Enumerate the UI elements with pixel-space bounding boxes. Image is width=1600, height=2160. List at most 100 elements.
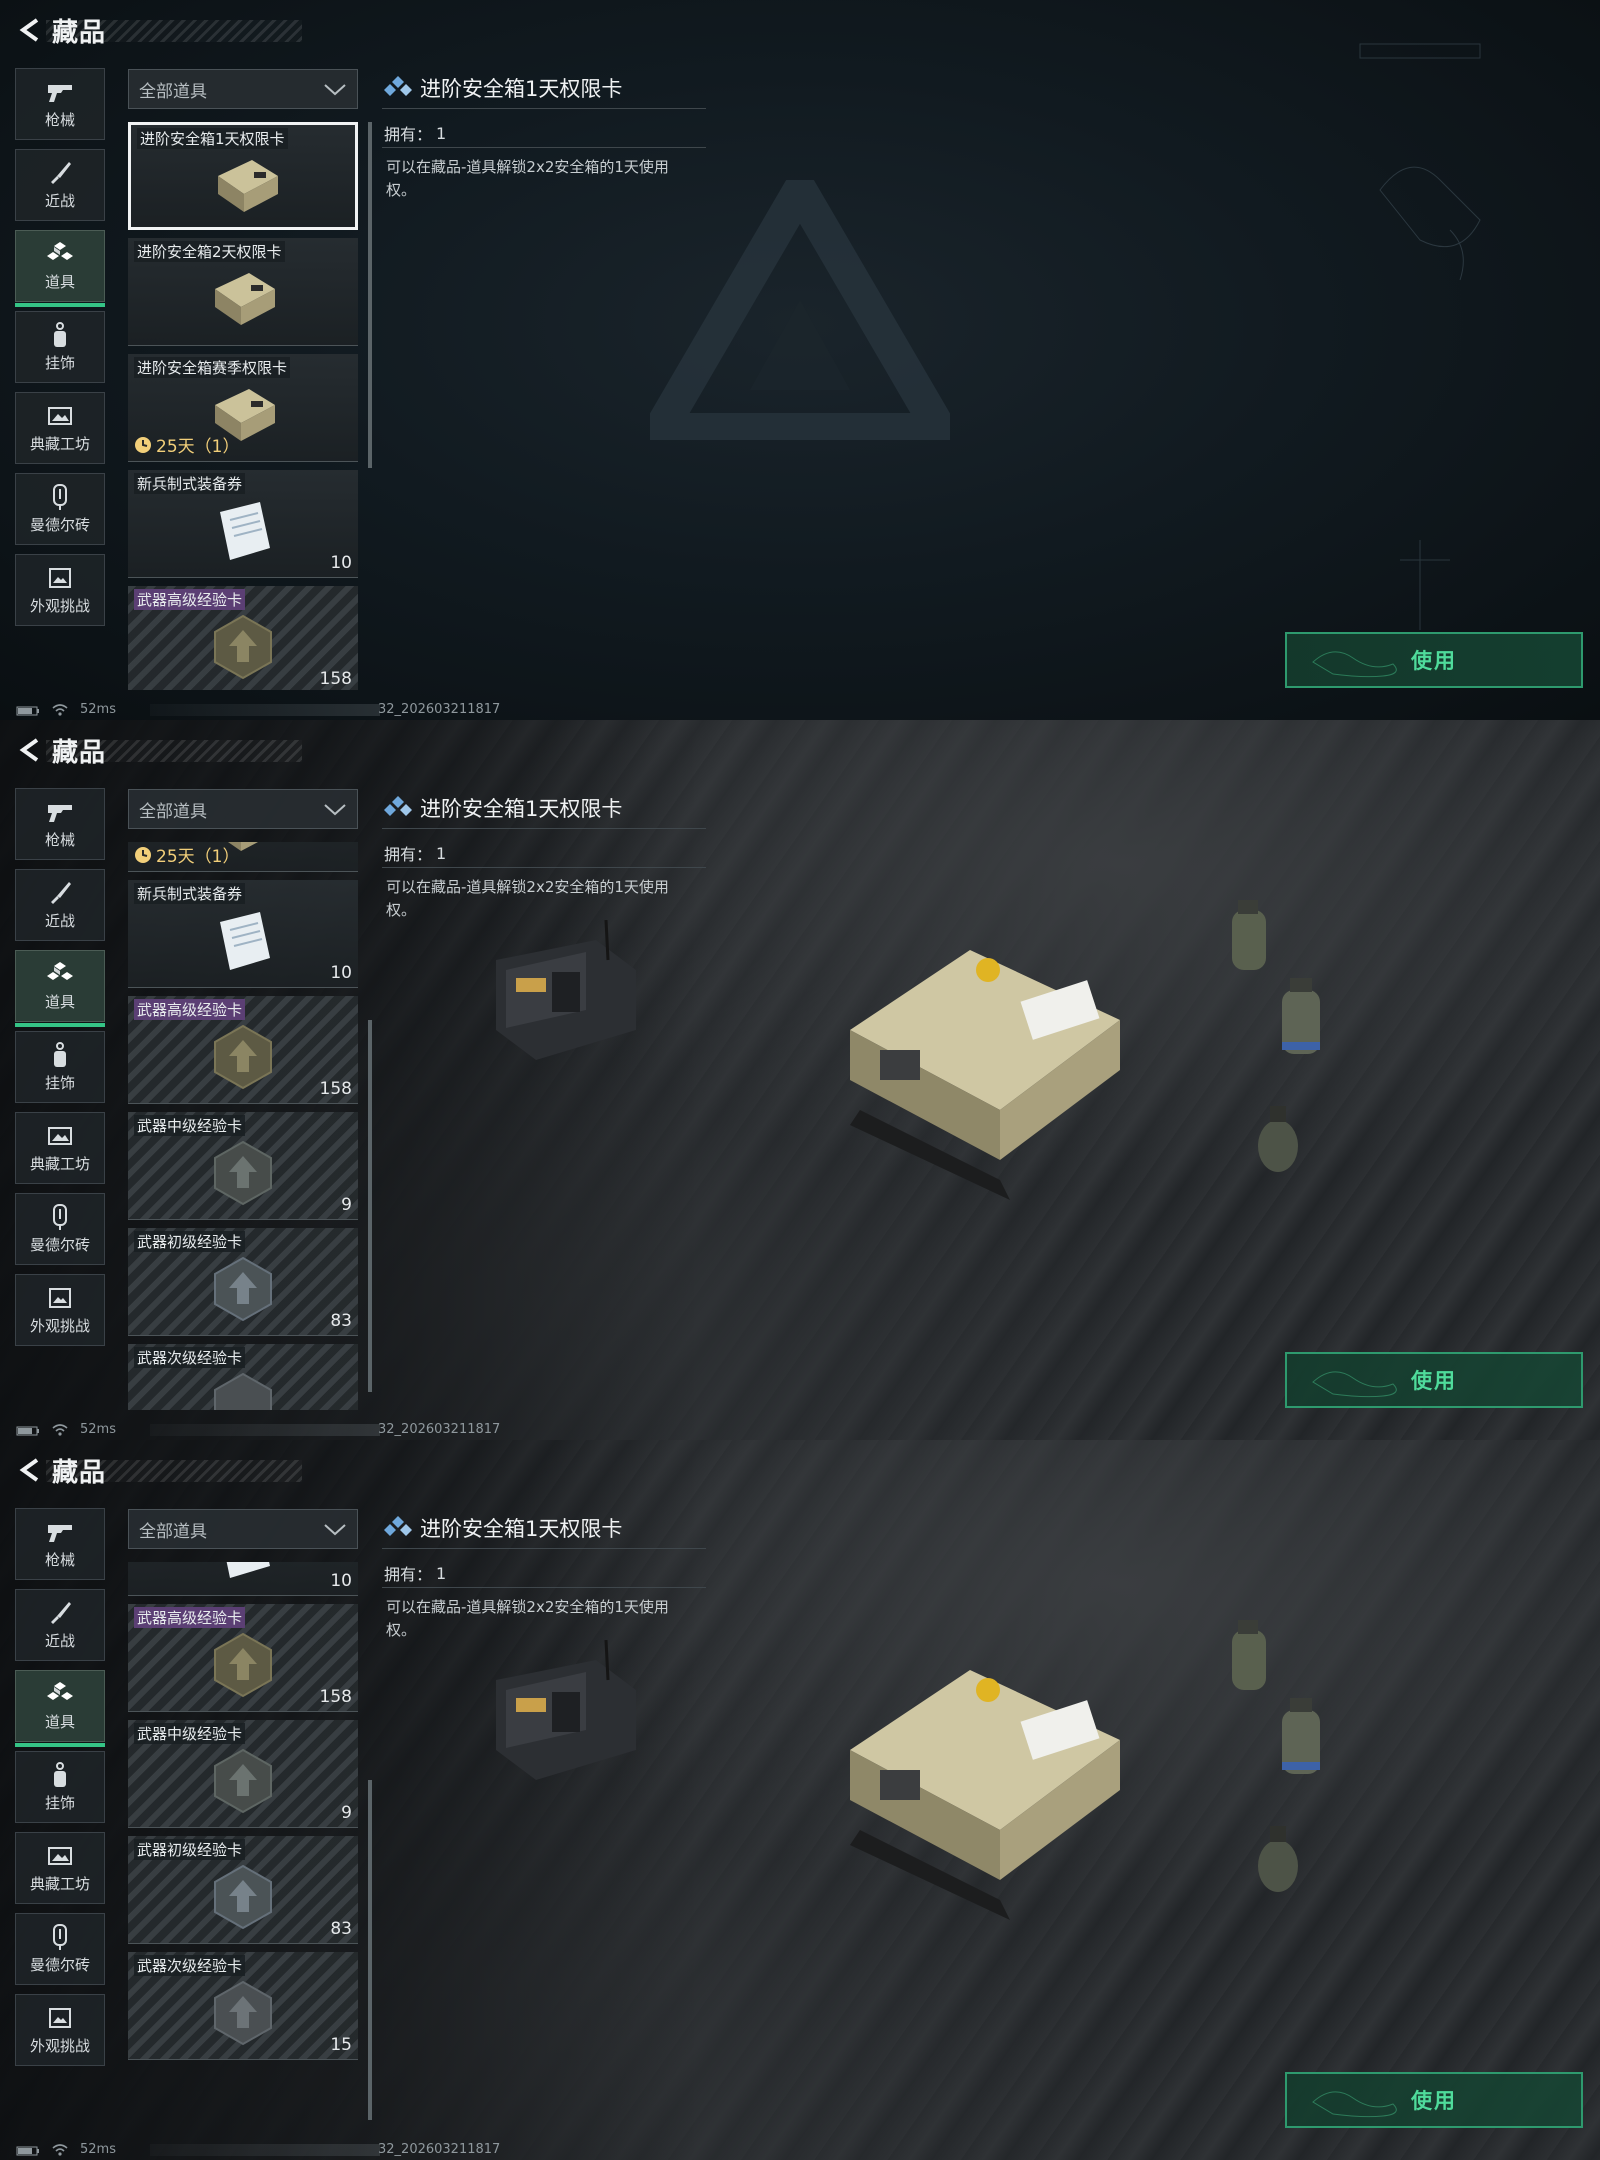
- list-item[interactable]: 新兵制式装备券 10: [128, 880, 358, 988]
- item-timer: 25天（1）: [134, 842, 239, 867]
- hex-badge-icon: [203, 1254, 283, 1324]
- sidebar-item-workshop[interactable]: 典藏工坊: [15, 1112, 105, 1184]
- collection-screen-1: 藏品 枪械 近战 道具 挂饰 典藏工坊 曼德尔砖 外观挑战 全部道具 进阶安全箱…: [0, 0, 1600, 720]
- use-button-label: 使用: [1411, 2089, 1457, 2113]
- sidebar-item-workshop[interactable]: 典藏工坊: [15, 1832, 105, 1904]
- use-button[interactable]: 使用: [1285, 2072, 1583, 2128]
- sidebar-item-guns[interactable]: 枪械: [15, 1508, 105, 1580]
- use-button[interactable]: 使用: [1285, 1352, 1583, 1408]
- sidebar-item-label: 枪械: [44, 830, 75, 849]
- sidebar-item-props[interactable]: 道具: [15, 950, 105, 1027]
- build-bar: [150, 704, 380, 716]
- props-icon: [45, 1681, 75, 1707]
- filter-label: 全部道具: [139, 1521, 207, 1542]
- hud-decoration: [1359, 43, 1481, 630]
- list-scrollbar[interactable]: [368, 1020, 372, 1392]
- wifi-icon: [52, 704, 68, 716]
- sidebar-item-charms[interactable]: 挂饰: [15, 1751, 105, 1823]
- list-item[interactable]: 进阶安全箱2天权限卡: [128, 238, 358, 346]
- use-button[interactable]: 使用: [1285, 632, 1583, 688]
- list-item[interactable]: 10: [128, 1562, 358, 1596]
- sidebar-item-charms[interactable]: 挂饰: [15, 311, 105, 383]
- hex-badge-icon: [203, 1022, 283, 1092]
- sidebar-item-mandel-brick[interactable]: 曼德尔砖: [15, 1913, 105, 1985]
- build-bar: [150, 2144, 380, 2156]
- filter-dropdown[interactable]: 全部道具: [128, 69, 358, 109]
- filter-dropdown[interactable]: 全部道具: [128, 1509, 358, 1549]
- item-name: 新兵制式装备券: [134, 883, 246, 904]
- sidebar-item-guns[interactable]: 枪械: [15, 788, 105, 860]
- sidebar-item-label: 曼德尔砖: [29, 1955, 90, 1974]
- sidebar-item-mandel-brick[interactable]: 曼德尔砖: [15, 473, 105, 545]
- item-list[interactable]: 10 武器高级经验卡 158 武器中级经验卡 9 武器初级经验卡 83 武器次级…: [128, 1562, 362, 2130]
- workshop-icon: [45, 403, 75, 429]
- sidebar-item-label: 外观挑战: [29, 1316, 90, 1335]
- sidebar-item-label: 道具: [44, 1712, 75, 1731]
- props-diamond-icon: [384, 76, 412, 96]
- item-timer: 25天（1）: [134, 432, 239, 457]
- detail-header: 进阶安全箱1天权限卡: [382, 68, 706, 109]
- sidebar-item-appearance-challenge[interactable]: 外观挑战: [15, 1994, 105, 2066]
- list-item[interactable]: 进阶安全箱赛季权限卡 25天（1）: [128, 354, 358, 462]
- filter-label: 全部道具: [139, 81, 207, 102]
- back-arrow-icon[interactable]: [14, 15, 44, 45]
- list-item[interactable]: 25天（1）: [128, 842, 358, 872]
- wifi-icon: [52, 1424, 68, 1436]
- battery-icon: [16, 1426, 39, 1436]
- category-sidebar: 枪械 近战 道具 挂饰 典藏工坊 曼德尔砖 外观挑战: [15, 68, 107, 635]
- wifi-icon: [52, 2144, 68, 2156]
- item-count: 10: [330, 1571, 352, 1591]
- item-list[interactable]: 25天（1） 新兵制式装备券 10 武器高级经验卡 158 武器中级经验卡 9 …: [128, 842, 362, 1410]
- detail-title: 进阶安全箱1天权限卡: [420, 797, 623, 821]
- list-item[interactable]: 武器高级经验卡 158: [128, 1604, 358, 1712]
- category-sidebar: 枪械 近战 道具 挂饰 典藏工坊 曼德尔砖 外观挑战: [15, 1508, 107, 2075]
- item-list[interactable]: 进阶安全箱1天权限卡 进阶安全箱2天权限卡 进阶安全箱赛季权限卡 25天（1） …: [128, 122, 362, 690]
- knife-icon: [45, 880, 75, 906]
- list-item[interactable]: 武器初级经验卡 83: [128, 1836, 358, 1944]
- sidebar-item-melee[interactable]: 近战: [15, 869, 105, 941]
- chevron-down-icon: [324, 84, 346, 96]
- list-item[interactable]: 武器中级经验卡 9: [128, 1720, 358, 1828]
- sidebar-item-melee[interactable]: 近战: [15, 1589, 105, 1661]
- list-item[interactable]: 武器初级经验卡 83: [128, 1228, 358, 1336]
- sidebar-item-label: 挂饰: [44, 1793, 75, 1812]
- sidebar-item-charms[interactable]: 挂饰: [15, 1031, 105, 1103]
- knife-icon: [45, 160, 75, 186]
- list-item[interactable]: 武器高级经验卡 158: [128, 586, 358, 690]
- sidebar-item-label: 道具: [44, 272, 75, 291]
- back-arrow-icon[interactable]: [14, 1455, 44, 1485]
- sidebar-item-appearance-challenge[interactable]: 外观挑战: [15, 1274, 105, 1346]
- list-item[interactable]: 武器次级经验卡 15: [128, 1952, 358, 2060]
- list-item[interactable]: 武器中级经验卡 9: [128, 1112, 358, 1220]
- detail-title: 进阶安全箱1天权限卡: [420, 1517, 623, 1541]
- list-item[interactable]: 武器次级经验卡: [128, 1344, 358, 1410]
- list-scrollbar[interactable]: [368, 1780, 372, 2120]
- sidebar-item-workshop[interactable]: 典藏工坊: [15, 392, 105, 464]
- list-item[interactable]: 武器高级经验卡 158: [128, 996, 358, 1104]
- sidebar-item-mandel-brick[interactable]: 曼德尔砖: [15, 1193, 105, 1265]
- brick-icon: [45, 1203, 75, 1230]
- item-name: 武器中级经验卡: [134, 1115, 246, 1136]
- owned-row: 拥有： 1: [382, 839, 706, 868]
- sidebar-item-props[interactable]: 道具: [15, 1670, 105, 1747]
- sidebar-item-appearance-challenge[interactable]: 外观挑战: [15, 554, 105, 626]
- sidebar-item-label: 近战: [44, 191, 75, 210]
- workshop-icon: [45, 1843, 75, 1869]
- build-bar: [150, 1424, 380, 1436]
- status-bar: 52ms 32_202603211817: [0, 700, 1600, 720]
- sidebar-item-melee[interactable]: 近战: [15, 149, 105, 221]
- header: 藏品: [14, 1450, 106, 1490]
- list-item[interactable]: 进阶安全箱1天权限卡: [128, 122, 358, 230]
- hex-badge-icon: [203, 1746, 283, 1816]
- back-arrow-icon[interactable]: [14, 735, 44, 765]
- item-name: 武器高级经验卡: [134, 999, 246, 1020]
- list-item[interactable]: 新兵制式装备券 10: [128, 470, 358, 578]
- item-name: 武器中级经验卡: [134, 1723, 246, 1744]
- list-scrollbar[interactable]: [368, 122, 372, 468]
- sidebar-item-guns[interactable]: 枪械: [15, 68, 105, 140]
- challenge-icon: [45, 565, 75, 591]
- owned-value: 1: [436, 1563, 447, 1583]
- filter-dropdown[interactable]: 全部道具: [128, 789, 358, 829]
- sidebar-item-props[interactable]: 道具: [15, 230, 105, 307]
- item-name: 武器高级经验卡: [134, 589, 246, 610]
